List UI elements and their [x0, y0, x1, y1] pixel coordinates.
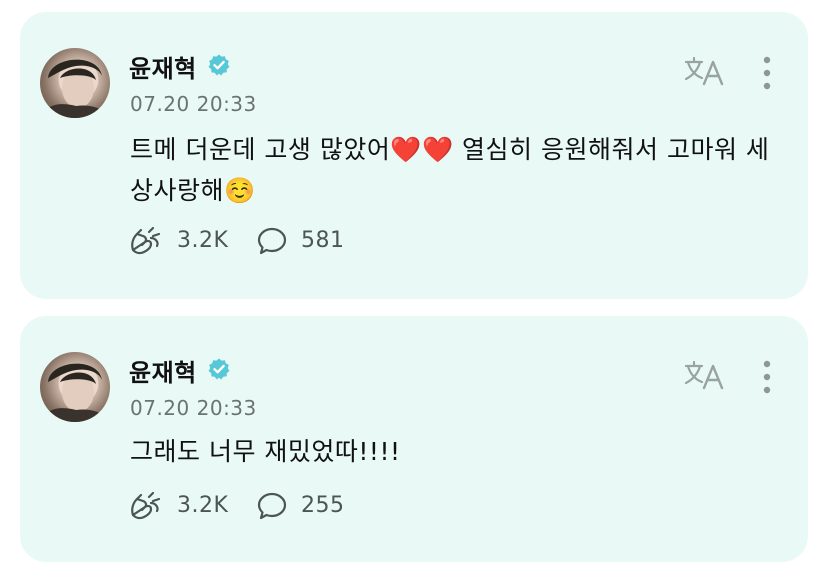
post-text: 그래도 너무 재밌었따!!!!	[130, 437, 401, 466]
hands-cheer-icon[interactable]	[129, 491, 163, 521]
post-text: 트메 더운데 고생 많았어❤️❤️ 열심히 응원해줘서 고마워 세상사랑해☺️	[130, 135, 770, 205]
author-name[interactable]: 윤재혁	[129, 353, 197, 388]
verified-badge-icon	[208, 358, 230, 380]
comment-count: 581	[301, 228, 345, 253]
post-card[interactable]: 윤재혁 07.20 20:33 트메 더운데 고생 많았어❤️❤️ 열심히 응원…	[20, 12, 808, 299]
avatar[interactable]	[40, 352, 110, 422]
like-count: 3.2K	[177, 493, 229, 518]
post-timestamp: 07.20 20:33	[130, 396, 257, 420]
comment-bubble-icon[interactable]	[257, 226, 291, 256]
avatar[interactable]	[40, 48, 110, 118]
translate-icon[interactable]	[684, 360, 724, 390]
more-vertical-icon[interactable]	[762, 56, 772, 90]
hands-cheer-icon[interactable]	[129, 226, 163, 256]
translate-icon[interactable]	[684, 56, 724, 86]
post-card[interactable]: 윤재혁 07.20 20:33 그래도 너무 재밌었따!!!! 3.2K 255	[20, 316, 808, 562]
post-timestamp: 07.20 20:33	[130, 92, 257, 116]
more-vertical-icon[interactable]	[762, 360, 772, 394]
author-name[interactable]: 윤재혁	[129, 49, 197, 84]
comment-bubble-icon[interactable]	[257, 491, 291, 521]
like-count: 3.2K	[177, 228, 229, 253]
verified-badge-icon	[208, 54, 230, 76]
comment-count: 255	[301, 493, 345, 518]
